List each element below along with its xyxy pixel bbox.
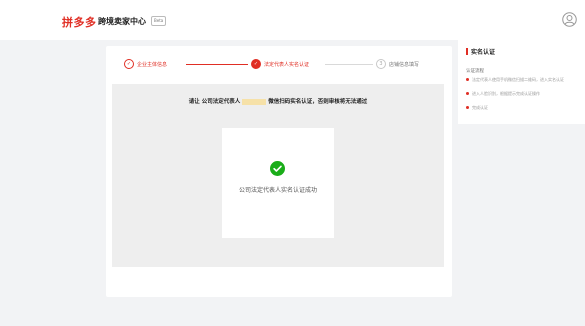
help-side-panel: 实名认证 认证流程 法定代表人使用手机微信扫描二维码，进入实名认证 进入人脸识别…: [458, 40, 585, 124]
step-check-icon: ✓: [124, 59, 134, 69]
app-title: 跨境卖家中心: [98, 17, 146, 26]
step-label: 法定代表人实名认证: [264, 61, 310, 68]
side-panel-subtitle: 认证流程: [466, 69, 484, 74]
process-item-text: 完成认证: [472, 105, 488, 110]
brand-logo[interactable]: 拼多多: [62, 14, 97, 30]
top-bar: 拼多多 跨境卖家中心 Beta: [0, 0, 585, 40]
step-connector: [186, 64, 248, 65]
main-card: ✓ 企业主体信息 ✓ 法定代表人实名认证 3 店铺信息填写 请让 公司法定代表人…: [106, 46, 452, 297]
success-box: 公司法定代表人实名认证成功: [222, 128, 334, 238]
side-panel-title: 实名认证: [466, 47, 495, 56]
process-item: 法定代表人使用手机微信扫描二维码，进入实名认证: [466, 77, 580, 82]
success-check-icon: [270, 161, 285, 176]
instruction-text: 微信扫码实名认证，否则审核将无法通过: [268, 99, 368, 105]
verification-panel: 请让 公司法定代表人 微信扫码实名认证，否则审核将无法通过 公司法定代表人实名认证…: [112, 84, 444, 267]
step-company-info[interactable]: ✓ 企业主体信息: [124, 59, 167, 69]
success-message: 公司法定代表人实名认证成功: [238, 187, 317, 194]
process-item-text: 法定代表人使用手机微信扫描二维码，进入实名认证: [472, 77, 564, 82]
progress-steps: ✓ 企业主体信息 ✓ 法定代表人实名认证 3 店铺信息填写: [106, 46, 452, 86]
instruction-text: 请让 公司法定代表人: [188, 99, 241, 105]
step-number: 3: [376, 59, 386, 69]
verification-instruction: 请让 公司法定代表人 微信扫码实名认证，否则审核将无法通过: [112, 97, 444, 105]
step-label: 企业主体信息: [137, 61, 168, 68]
beta-badge: Beta: [151, 16, 167, 26]
user-avatar-icon[interactable]: [562, 12, 577, 27]
step-store-info[interactable]: 3 店铺信息填写: [376, 59, 419, 69]
process-item-text: 进入人脸识别，根据提示完成认证操作: [472, 91, 540, 96]
step-legal-rep-verification[interactable]: ✓ 法定代表人实名认证: [251, 59, 309, 69]
bullet-dot: [466, 78, 469, 81]
title-accent-bar: [466, 48, 468, 55]
process-item: 完成认证: [466, 105, 580, 110]
process-item: 进入人脸识别，根据提示完成认证操作: [466, 91, 580, 96]
step-label: 店铺信息填写: [389, 61, 420, 68]
bullet-dot: [466, 92, 469, 95]
redacted-name: [242, 98, 267, 105]
bullet-dot: [466, 106, 469, 109]
step-check-icon: ✓: [251, 59, 261, 69]
side-panel-title-text: 实名认证: [471, 49, 496, 56]
step-connector: [325, 64, 373, 65]
